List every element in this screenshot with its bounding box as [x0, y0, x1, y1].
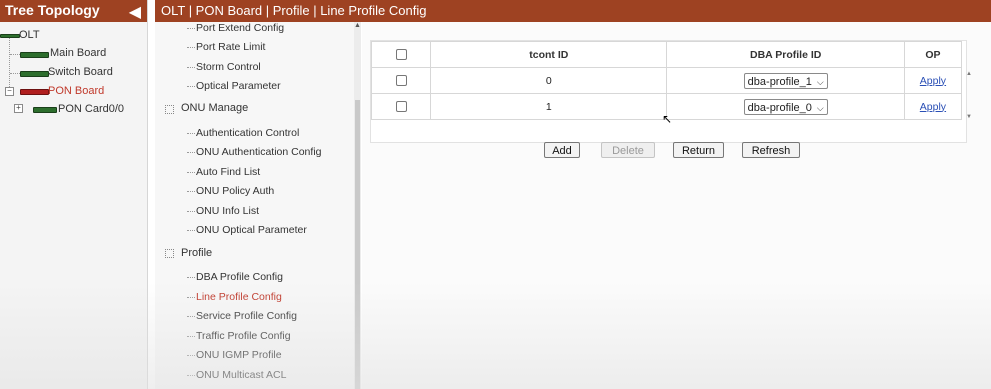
tree-node-switch-board[interactable]: Switch Board: [48, 66, 113, 78]
menu-item-storm-control[interactable]: Storm Control: [196, 61, 261, 73]
board-icon: [20, 71, 49, 77]
scroll-down-icon[interactable]: ▼: [966, 114, 972, 120]
mouse-cursor-icon: ↖: [662, 112, 673, 126]
menu-item-optical-parameter[interactable]: Optical Parameter: [196, 80, 281, 92]
menu-scrollbar[interactable]: ▲: [354, 22, 361, 389]
col-tcont-id: tcont ID: [430, 41, 668, 68]
row-select-cell: [370, 93, 432, 120]
collapse-arrow-icon[interactable]: ◀: [129, 2, 141, 22]
dba-profile-value: dba-profile_0: [747, 101, 812, 114]
chevron-down-icon: ⌵: [816, 102, 824, 113]
collapse-icon[interactable]: [165, 105, 174, 114]
dba-profile-cell: dba-profile_1 ⌵: [666, 67, 905, 94]
board-icon: [20, 52, 49, 58]
menu-item-port-extend-config[interactable]: Port Extend Config: [196, 22, 284, 34]
menu-item-onu-optical-parameter[interactable]: ONU Optical Parameter: [196, 224, 307, 236]
scroll-up-icon[interactable]: ▲: [354, 22, 361, 29]
dba-profile-select[interactable]: dba-profile_0 ⌵: [743, 98, 828, 115]
col-dba-profile-id: DBA Profile ID: [666, 41, 905, 68]
dba-profile-value: dba-profile_1: [747, 75, 812, 88]
apply-link[interactable]: Apply: [920, 101, 946, 113]
tcont-id-cell: 1: [430, 93, 668, 120]
board-icon: [20, 89, 49, 95]
menu-item-onu-igmp-profile[interactable]: ONU IGMP Profile: [196, 349, 282, 361]
dba-profile-cell: dba-profile_0 ⌵: [666, 93, 905, 120]
collapse-icon[interactable]: [165, 249, 174, 258]
menu-item-onu-policy-auth[interactable]: ONU Policy Auth: [196, 185, 274, 197]
menu-item-service-profile-config[interactable]: Service Profile Config: [196, 310, 297, 322]
menu-item-onu-info-list[interactable]: ONU Info List: [196, 205, 259, 217]
delete-button[interactable]: Delete: [601, 142, 655, 158]
scroll-thumb[interactable]: [355, 100, 360, 389]
select-all-checkbox[interactable]: [395, 49, 407, 61]
menu-item-onu-multicast-acl[interactable]: ONU Multicast ACL: [196, 369, 286, 381]
add-button[interactable]: Add: [544, 142, 580, 158]
tree-panel: Tree Topology ◀ OLT Main Board Switch Bo…: [0, 0, 148, 389]
row-checkbox[interactable]: [395, 75, 407, 87]
main-header: OLT | PON Board | Profile | Line Profile…: [155, 0, 991, 22]
olt-icon: [0, 34, 20, 38]
tree-node-olt[interactable]: OLT: [19, 29, 40, 41]
return-button[interactable]: Return: [673, 142, 724, 158]
menu-item-port-rate-limit[interactable]: Port Rate Limit: [196, 41, 265, 53]
dba-profile-select[interactable]: dba-profile_1 ⌵: [743, 72, 828, 89]
card-icon: [33, 107, 57, 113]
scroll-up-icon[interactable]: ▲: [966, 71, 972, 77]
content-area: tcont ID DBA Profile ID OP 0 dba-profile…: [362, 22, 991, 389]
menu-group-profile[interactable]: Profile: [181, 247, 212, 259]
refresh-button[interactable]: Refresh: [742, 142, 800, 158]
menu-panel: Port Extend Config Port Rate Limit Storm…: [155, 22, 361, 389]
tree-node-pon-card[interactable]: PON Card0/0: [58, 103, 124, 115]
tree-node-pon-board[interactable]: PON Board: [48, 85, 104, 97]
expand-icon[interactable]: +: [14, 104, 23, 113]
row-select-cell: [370, 67, 432, 94]
menu-item-traffic-profile-config[interactable]: Traffic Profile Config: [196, 330, 291, 342]
op-cell: Apply: [903, 67, 963, 94]
select-all-cell: [370, 41, 432, 68]
row-checkbox[interactable]: [395, 101, 407, 113]
menu-group-onu-manage[interactable]: ONU Manage: [181, 102, 248, 114]
expand-icon[interactable]: −: [5, 87, 14, 96]
menu-item-dba-profile-config[interactable]: DBA Profile Config: [196, 271, 283, 283]
table-header-row: tcont ID DBA Profile ID OP: [370, 41, 963, 68]
op-cell: Apply: [903, 93, 963, 120]
tree-node-main-board[interactable]: Main Board: [50, 47, 106, 59]
line-profile-table: tcont ID DBA Profile ID OP 0 dba-profile…: [370, 40, 972, 143]
col-op: OP: [903, 41, 963, 68]
chevron-down-icon: ⌵: [816, 76, 824, 87]
menu-item-onu-authentication-config[interactable]: ONU Authentication Config: [196, 146, 322, 158]
breadcrumb: OLT | PON Board | Profile | Line Profile…: [161, 3, 427, 18]
menu-item-line-profile-config[interactable]: Line Profile Config: [196, 291, 282, 303]
tcont-id-cell: 0: [430, 67, 668, 94]
table-row: 0 dba-profile_1 ⌵ Apply: [370, 67, 963, 94]
apply-link[interactable]: Apply: [920, 75, 946, 87]
menu-item-authentication-control[interactable]: Authentication Control: [196, 127, 299, 139]
table-scrollbar[interactable]: ▲ ▼: [966, 41, 972, 142]
tree-header: Tree Topology ◀: [0, 0, 147, 22]
tree-title: Tree Topology: [5, 2, 100, 18]
menu-item-auto-find-list[interactable]: Auto Find List: [196, 166, 260, 178]
